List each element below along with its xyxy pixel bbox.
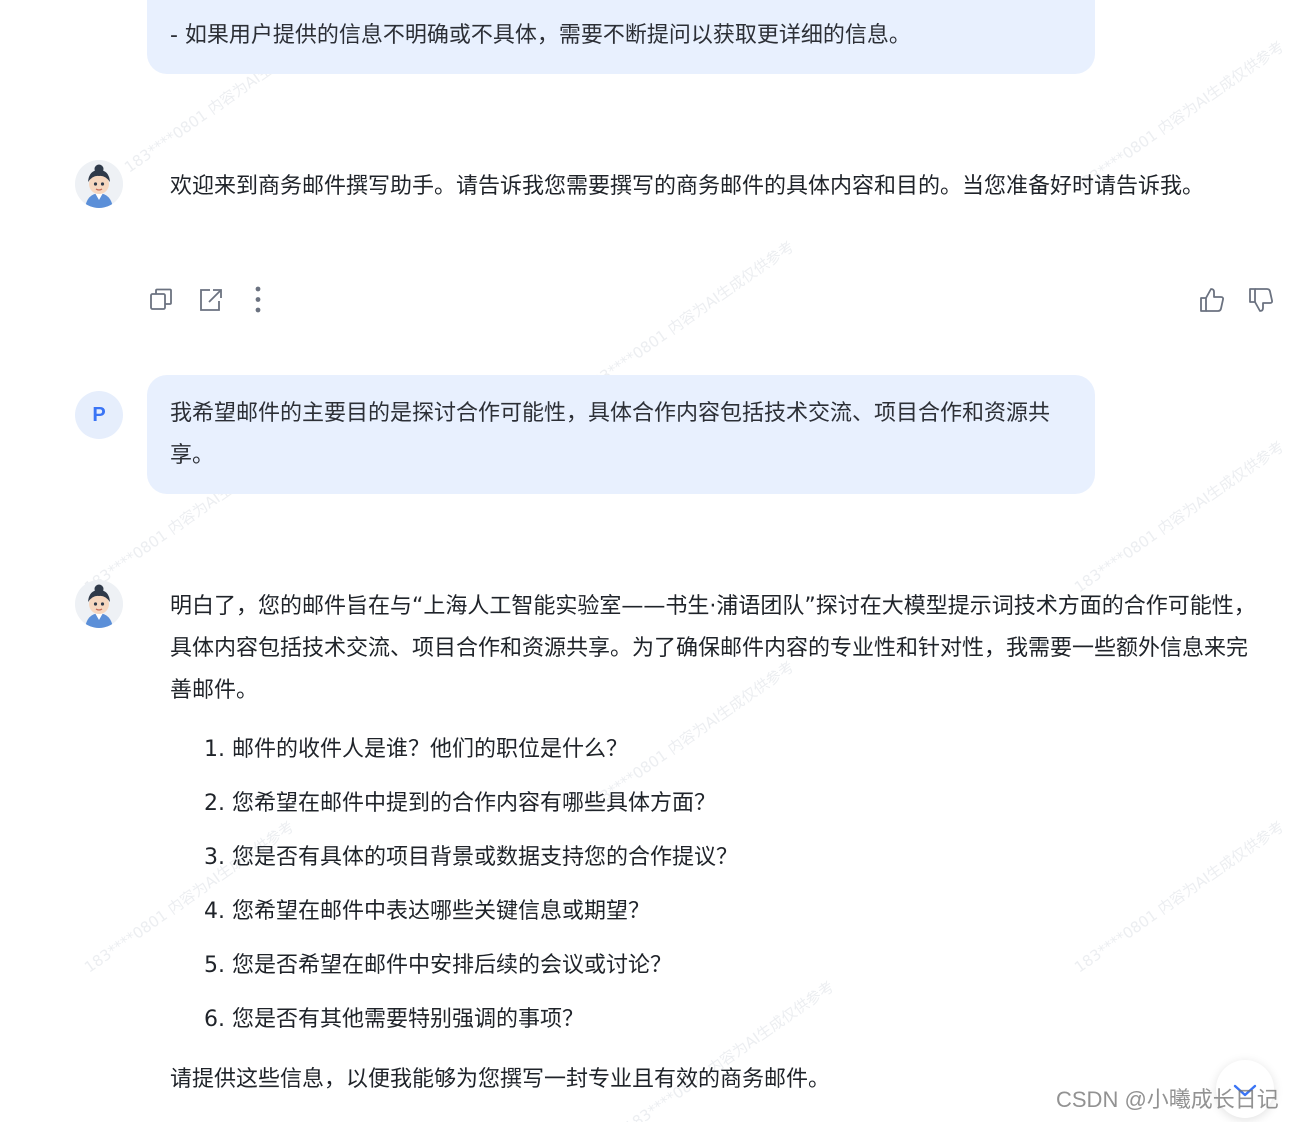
csdn-watermark: CSDN @小曦成长日记 (1056, 1087, 1279, 1112)
assistant-message: 欢迎来到商务邮件撰写助手。请告诉我您需要撰写的商务邮件的具体内容和目的。当您准备… (170, 174, 1205, 199)
scholar-avatar-icon (75, 580, 123, 628)
list-item: 5. 您是否希望在邮件中安排后续的会议或讨论？ (204, 953, 672, 978)
assistant-avatar (75, 160, 123, 208)
share-icon[interactable] (197, 286, 225, 314)
user-message-bubble: 我希望邮件的主要目的是探讨合作可能性，具体合作内容包括技术交流、项目合作和资源共… (147, 375, 1095, 494)
list-item: 3. 您是否有具体的项目背景或数据支持您的合作提议？ (204, 845, 738, 870)
list-item: 1. 邮件的收件人是谁？他们的职位是什么？ (204, 737, 628, 762)
user-message-bubble: - 如果用户提供的信息不明确或不具体，需要不断提问以获取更详细的信息。 (147, 0, 1095, 74)
user-message-text: 我希望邮件的主要目的是探讨合作可能性，具体合作内容包括技术交流、项目合作和资源共… (170, 401, 1051, 468)
question-list: 1. 邮件的收件人是谁？他们的职位是什么？ 2. 您希望在邮件中提到的合作内容有… (204, 729, 1244, 1053)
list-item: 4. 您希望在邮件中表达哪些关键信息或期望？ (204, 899, 650, 924)
thumbs-down-icon[interactable] (1247, 286, 1275, 314)
copy-icon[interactable] (148, 286, 176, 314)
list-item: 2. 您希望在邮件中提到的合作内容有哪些具体方面？ (204, 791, 716, 816)
watermark: 183****0801 内容为AI生成仅供参考 (1071, 437, 1288, 597)
assistant-message: 明白了，您的邮件旨在与“上海人工智能实验室——书生·浦语团队”探讨在大模型提示词… (170, 594, 1256, 703)
user-message-text: - 如果用户提供的信息不明确或不具体，需要不断提问以获取更详细的信息。 (170, 23, 911, 48)
user-avatar: P (75, 391, 123, 439)
list-item: 6. 您是否有其他需要特别强调的事项？ (204, 1007, 584, 1032)
watermark: 183****0801 内容为AI生成仅供参考 (581, 237, 798, 397)
chat-page: 183****0801 内容为AI生成仅供参考 183****0801 内容为A… (0, 0, 1298, 1122)
assistant-avatar (75, 580, 123, 628)
user-avatar-letter: P (92, 404, 106, 426)
assistant-closing-text: 请提供这些信息，以便我能够为您撰写一封专业且有效的商务邮件。 (170, 1067, 831, 1092)
scholar-avatar-icon (75, 160, 123, 208)
thumbs-up-icon[interactable] (1198, 286, 1226, 314)
more-icon[interactable] (244, 286, 272, 314)
